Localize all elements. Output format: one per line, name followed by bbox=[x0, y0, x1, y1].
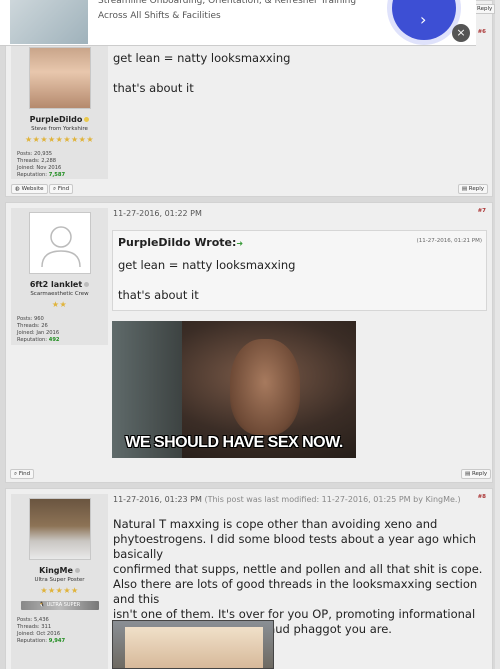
avatar[interactable] bbox=[28, 498, 91, 560]
post-header: 11-27-2016, 01:23 PM (This post was last… bbox=[113, 495, 486, 504]
quote-text-line: get lean = natty looksmaxxing bbox=[118, 258, 296, 272]
stat-reputation-value[interactable]: 492 bbox=[49, 337, 60, 343]
user-title: Scarmaesthetic Crew bbox=[30, 291, 89, 297]
avatar[interactable] bbox=[28, 212, 91, 274]
quote-text-line: that's about it bbox=[118, 288, 199, 302]
post-date: 11-27-2016, 01:23 PM bbox=[113, 495, 202, 504]
stat-reputation-label: Reputation: bbox=[17, 638, 48, 644]
offline-status-icon bbox=[74, 568, 80, 573]
meme-image[interactable]: WE SHOULD HAVE SEX NOW. bbox=[112, 321, 356, 458]
author-panel: KingMe Ultra Super Poster ★★★★★ 🐧 ULTRA … bbox=[11, 494, 108, 669]
stat-joined: Joined: Oct 2016 bbox=[17, 631, 61, 637]
stat-reputation-label: Reputation: bbox=[17, 337, 48, 343]
user-stats: Posts: 20,935 Threads: 2,288 Joined: Nov… bbox=[11, 151, 108, 179]
post-modified-note: (This post was last modified: 11-27-2016… bbox=[204, 495, 461, 504]
ad-text[interactable]: Streamline Onboarding, Orientation, & Re… bbox=[98, 0, 356, 24]
username[interactable]: 6ft2 lanklet bbox=[30, 280, 82, 289]
find-button[interactable]: ⌕ Find bbox=[10, 469, 35, 479]
username[interactable]: KingMe bbox=[39, 566, 73, 575]
meme-caption: WE SHOULD HAVE SEX NOW. bbox=[125, 434, 343, 451]
user-title: Ultra Super Poster bbox=[34, 577, 85, 583]
reply-icon: ▤ bbox=[465, 471, 471, 477]
online-status-icon bbox=[84, 117, 90, 122]
stat-reputation-value[interactable]: 7,587 bbox=[49, 172, 65, 178]
quote-date: (11-27-2016, 01:21 PM) bbox=[416, 238, 482, 244]
stat-threads: Threads: 2,288 bbox=[17, 158, 57, 164]
rank-badge-label: ULTRA SUPER bbox=[46, 602, 81, 608]
search-icon: ⌕ bbox=[53, 186, 57, 192]
stat-reputation-label: Reputation: bbox=[17, 172, 48, 178]
reply-icon: ▤ bbox=[461, 186, 468, 192]
quote-link-icon[interactable]: ➜ bbox=[236, 239, 243, 248]
rank-stars: ★★ bbox=[51, 300, 68, 309]
post-date: 11-27-2016, 01:22 PM bbox=[113, 209, 202, 218]
reply-label: Reply bbox=[468, 186, 484, 192]
search-icon: ⌕ bbox=[14, 471, 18, 477]
find-label: Find bbox=[57, 186, 70, 192]
post-text-line: that's about it bbox=[113, 81, 194, 95]
rank-badge: 🐧 ULTRA SUPER bbox=[20, 601, 99, 610]
quote-block: PurpleDildo Wrote:➜ (11-27-2016, 01:21 P… bbox=[112, 230, 487, 311]
user-title: Steve from Yorkshire bbox=[31, 126, 88, 132]
post-image-content bbox=[125, 627, 263, 668]
stat-posts: Posts: 5,436 bbox=[17, 617, 49, 623]
offline-status-icon bbox=[84, 282, 90, 287]
chevron-right-icon: › bbox=[420, 10, 427, 29]
website-label: Website bbox=[21, 186, 44, 192]
reply-button[interactable]: ▤ Reply bbox=[461, 469, 492, 479]
website-button[interactable]: ◍ Website bbox=[11, 184, 48, 194]
rank-stars: ★★★★★ bbox=[40, 586, 79, 595]
globe-icon: ◍ bbox=[15, 186, 20, 192]
post-text-line: get lean = natty looksmaxxing bbox=[113, 51, 291, 65]
stat-posts: Posts: 20,935 bbox=[17, 151, 53, 157]
reply-button[interactable]: Reply bbox=[474, 4, 496, 14]
ad-banner[interactable]: Streamline Onboarding, Orientation, & Re… bbox=[0, 0, 476, 46]
forum-page: Streamline Onboarding, Orientation, & Re… bbox=[0, 0, 500, 669]
stat-joined: Joined: Nov 2016 bbox=[17, 165, 62, 171]
post-number[interactable]: #6 bbox=[478, 29, 486, 35]
post-body: Natural T maxxing is cope other than avo… bbox=[113, 517, 486, 637]
post-text-line: phytoestrogens. I did some blood tests a… bbox=[113, 532, 477, 561]
post-text-line: confirmed that supps, nettle and pollen … bbox=[113, 562, 483, 576]
find-label: Find bbox=[18, 471, 31, 477]
post-image[interactable] bbox=[112, 620, 274, 669]
user-stats: Posts: 5,436 Threads: 311 Joined: Oct 20… bbox=[11, 617, 108, 645]
user-stats: Posts: 960 Threads: 26 Joined: Jan 2016 … bbox=[11, 316, 108, 344]
author-panel: 6ft2 lanklet Scarmaesthetic Crew ★★ Post… bbox=[11, 208, 108, 345]
reply-button[interactable]: ▤ Reply bbox=[457, 184, 488, 194]
post-body: get lean = natty looksmaxxing that's abo… bbox=[113, 51, 486, 96]
ad-thumbnail[interactable] bbox=[10, 0, 88, 44]
scrollbar[interactable] bbox=[495, 0, 500, 669]
stat-joined: Joined: Jan 2016 bbox=[17, 330, 60, 336]
reply-label: Reply bbox=[471, 471, 488, 477]
stat-posts: Posts: 960 bbox=[17, 316, 44, 322]
username[interactable]: PurpleDildo bbox=[30, 115, 83, 124]
ad-line-1: Streamline Onboarding, Orientation, & Re… bbox=[98, 0, 357, 6]
penguin-icon: 🐧 bbox=[38, 602, 46, 608]
ad-go-button[interactable]: › bbox=[392, 0, 456, 40]
find-button[interactable]: ⌕ Find bbox=[49, 184, 74, 194]
stat-reputation-value[interactable]: 9,947 bbox=[49, 638, 65, 644]
meme-face bbox=[230, 339, 300, 435]
post-text-line: Natural T maxxing is cope other than avo… bbox=[113, 517, 438, 531]
default-avatar-icon bbox=[40, 226, 81, 268]
post-header: 11-27-2016, 01:22 PM bbox=[113, 209, 486, 218]
post-text-line: Also there are lots of good threads in t… bbox=[113, 577, 478, 606]
ad-line-2: Across All Shifts & Facilities bbox=[98, 11, 221, 21]
avatar[interactable] bbox=[28, 47, 91, 109]
ad-close-button[interactable]: × bbox=[452, 24, 470, 42]
stat-threads: Threads: 26 bbox=[17, 323, 48, 329]
rank-stars: ★★★★★★★★★ bbox=[24, 135, 95, 144]
quote-author[interactable]: PurpleDildo Wrote: bbox=[118, 236, 236, 249]
stat-threads: Threads: 311 bbox=[17, 624, 52, 630]
